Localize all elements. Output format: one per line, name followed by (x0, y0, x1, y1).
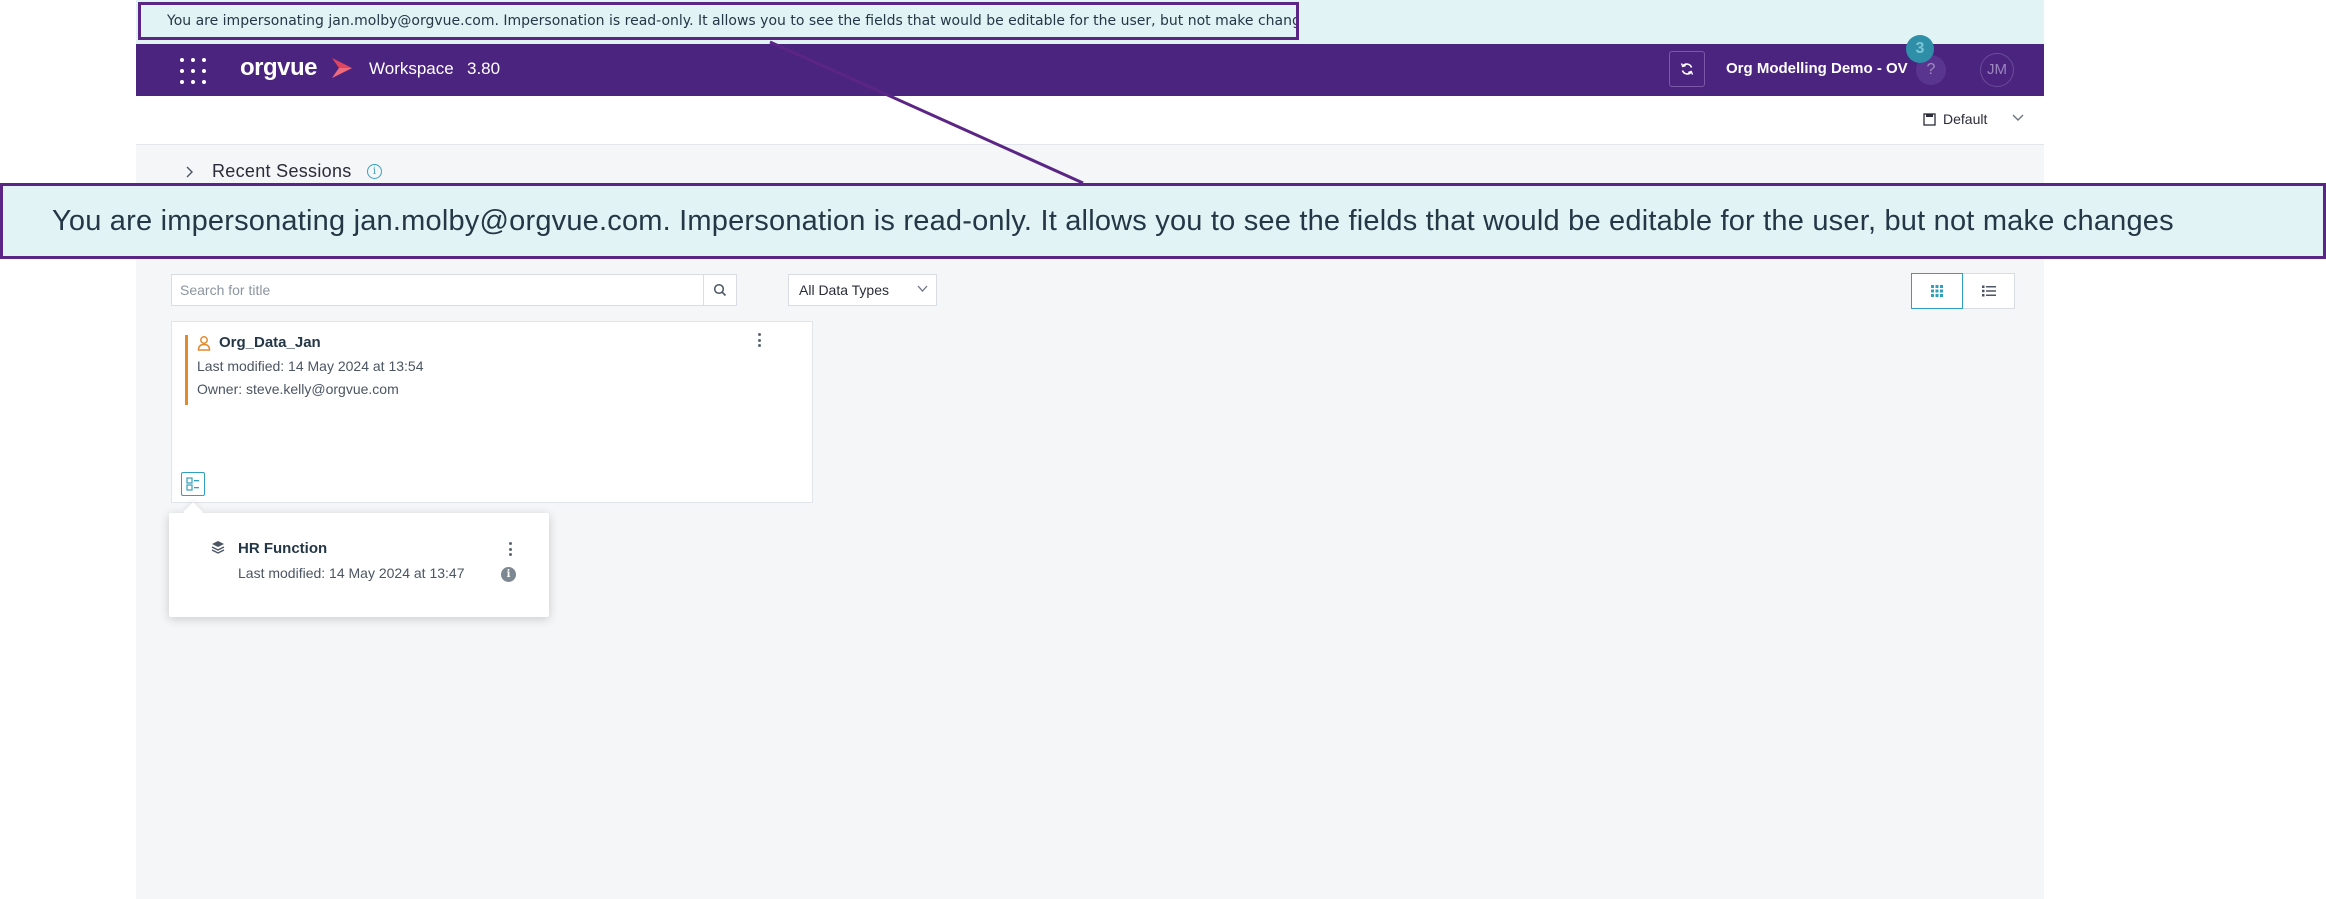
callout-connector (769, 40, 1084, 185)
impersonation-zoom-callout: You are impersonating jan.molby@orgvue.c… (0, 183, 2326, 259)
